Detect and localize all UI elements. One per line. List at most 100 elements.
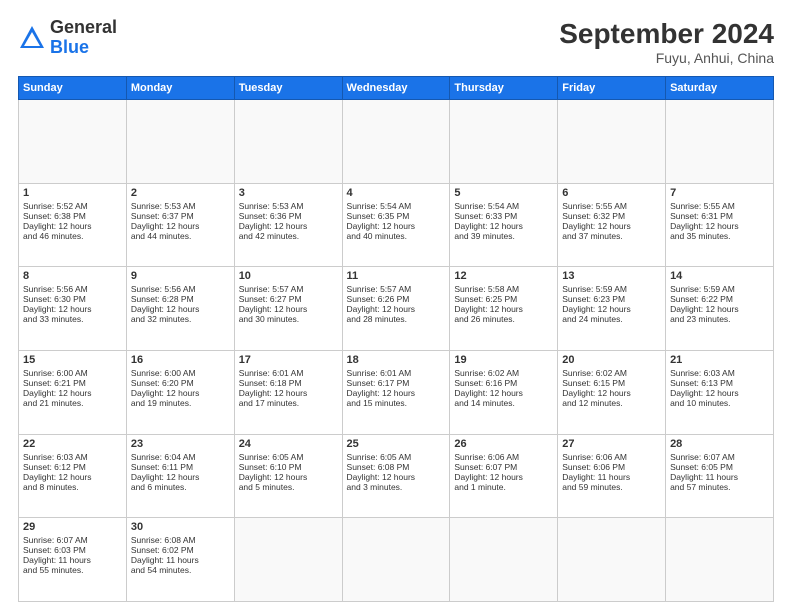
day-info: Sunrise: 6:04 AM [131,452,230,462]
calendar-cell: 22Sunrise: 6:03 AMSunset: 6:12 PMDayligh… [19,434,127,518]
day-info: and 17 minutes. [239,398,338,408]
calendar-cell [19,100,127,184]
day-number: 1 [23,187,122,199]
calendar-cell [666,518,774,602]
day-info: and 35 minutes. [670,231,769,241]
day-info: Daylight: 11 hours [670,472,769,482]
day-number: 29 [23,521,122,533]
col-header-saturday: Saturday [666,77,774,100]
day-info: and 40 minutes. [347,231,446,241]
day-info: and 19 minutes. [131,398,230,408]
calendar-cell: 21Sunrise: 6:03 AMSunset: 6:13 PMDayligh… [666,350,774,434]
day-info: Sunset: 6:18 PM [239,378,338,388]
calendar-week-4: 22Sunrise: 6:03 AMSunset: 6:12 PMDayligh… [19,434,774,518]
day-info: Daylight: 12 hours [347,472,446,482]
day-info: Sunset: 6:15 PM [562,378,661,388]
day-info: Sunrise: 6:02 AM [562,368,661,378]
calendar-header-row: SundayMondayTuesdayWednesdayThursdayFrid… [19,77,774,100]
day-info: Daylight: 12 hours [347,388,446,398]
col-header-monday: Monday [126,77,234,100]
calendar-cell: 4Sunrise: 5:54 AMSunset: 6:35 PMDaylight… [342,183,450,267]
calendar-cell: 5Sunrise: 5:54 AMSunset: 6:33 PMDaylight… [450,183,558,267]
day-info: and 14 minutes. [454,398,553,408]
day-info: and 39 minutes. [454,231,553,241]
logo-general: General [50,17,117,37]
day-info: Sunset: 6:03 PM [23,545,122,555]
day-info: and 42 minutes. [239,231,338,241]
day-info: Sunrise: 5:53 AM [239,201,338,211]
calendar-cell: 26Sunrise: 6:06 AMSunset: 6:07 PMDayligh… [450,434,558,518]
day-info: Sunset: 6:05 PM [670,462,769,472]
calendar-week-5: 29Sunrise: 6:07 AMSunset: 6:03 PMDayligh… [19,518,774,602]
day-info: Daylight: 12 hours [131,388,230,398]
day-number: 27 [562,438,661,450]
day-info: Daylight: 12 hours [670,221,769,231]
day-number: 5 [454,187,553,199]
day-info: Sunset: 6:17 PM [347,378,446,388]
day-number: 25 [347,438,446,450]
day-number: 26 [454,438,553,450]
day-info: Daylight: 12 hours [131,304,230,314]
day-number: 9 [131,270,230,282]
day-info: Sunrise: 5:59 AM [562,284,661,294]
calendar-cell: 30Sunrise: 6:08 AMSunset: 6:02 PMDayligh… [126,518,234,602]
calendar-cell: 2Sunrise: 5:53 AMSunset: 6:37 PMDaylight… [126,183,234,267]
day-info: Daylight: 12 hours [454,221,553,231]
day-info: and 26 minutes. [454,314,553,324]
day-info: and 44 minutes. [131,231,230,241]
day-info: and 24 minutes. [562,314,661,324]
calendar-cell: 17Sunrise: 6:01 AMSunset: 6:18 PMDayligh… [234,350,342,434]
day-number: 4 [347,187,446,199]
calendar-cell [450,100,558,184]
day-info: Sunrise: 6:07 AM [670,452,769,462]
day-info: and 3 minutes. [347,482,446,492]
calendar-cell: 27Sunrise: 6:06 AMSunset: 6:06 PMDayligh… [558,434,666,518]
calendar-cell: 25Sunrise: 6:05 AMSunset: 6:08 PMDayligh… [342,434,450,518]
day-number: 23 [131,438,230,450]
day-info: Daylight: 11 hours [131,555,230,565]
page: General Blue September 2024 Fuyu, Anhui,… [0,0,792,612]
calendar-cell: 14Sunrise: 5:59 AMSunset: 6:22 PMDayligh… [666,267,774,351]
day-info: and 5 minutes. [239,482,338,492]
calendar-cell [342,518,450,602]
day-number: 11 [347,270,446,282]
day-number: 20 [562,354,661,366]
calendar-week-0 [19,100,774,184]
day-info: Daylight: 12 hours [454,304,553,314]
day-number: 16 [131,354,230,366]
day-info: Daylight: 12 hours [23,221,122,231]
day-number: 8 [23,270,122,282]
month-title: September 2024 [559,18,774,50]
day-info: Sunset: 6:22 PM [670,294,769,304]
calendar-cell [234,518,342,602]
day-number: 15 [23,354,122,366]
day-info: and 8 minutes. [23,482,122,492]
day-info: Daylight: 12 hours [131,472,230,482]
day-number: 19 [454,354,553,366]
day-info: Sunrise: 6:00 AM [23,368,122,378]
calendar-cell: 3Sunrise: 5:53 AMSunset: 6:36 PMDaylight… [234,183,342,267]
day-info: Daylight: 11 hours [562,472,661,482]
day-number: 13 [562,270,661,282]
day-info: and 30 minutes. [239,314,338,324]
day-info: Daylight: 12 hours [239,304,338,314]
day-info: and 46 minutes. [23,231,122,241]
day-number: 30 [131,521,230,533]
day-info: Sunset: 6:35 PM [347,211,446,221]
calendar-cell: 7Sunrise: 5:55 AMSunset: 6:31 PMDaylight… [666,183,774,267]
day-info: Sunrise: 6:08 AM [131,535,230,545]
day-info: Sunrise: 5:57 AM [347,284,446,294]
day-info: and 12 minutes. [562,398,661,408]
calendar-cell: 16Sunrise: 6:00 AMSunset: 6:20 PMDayligh… [126,350,234,434]
calendar-week-3: 15Sunrise: 6:00 AMSunset: 6:21 PMDayligh… [19,350,774,434]
day-info: Sunrise: 5:52 AM [23,201,122,211]
day-info: and 28 minutes. [347,314,446,324]
day-info: Sunset: 6:08 PM [347,462,446,472]
day-info: Sunrise: 6:02 AM [454,368,553,378]
calendar-cell: 15Sunrise: 6:00 AMSunset: 6:21 PMDayligh… [19,350,127,434]
day-info: Sunset: 6:37 PM [131,211,230,221]
day-info: Daylight: 12 hours [239,472,338,482]
day-info: and 54 minutes. [131,565,230,575]
day-number: 18 [347,354,446,366]
day-info: Sunset: 6:32 PM [562,211,661,221]
